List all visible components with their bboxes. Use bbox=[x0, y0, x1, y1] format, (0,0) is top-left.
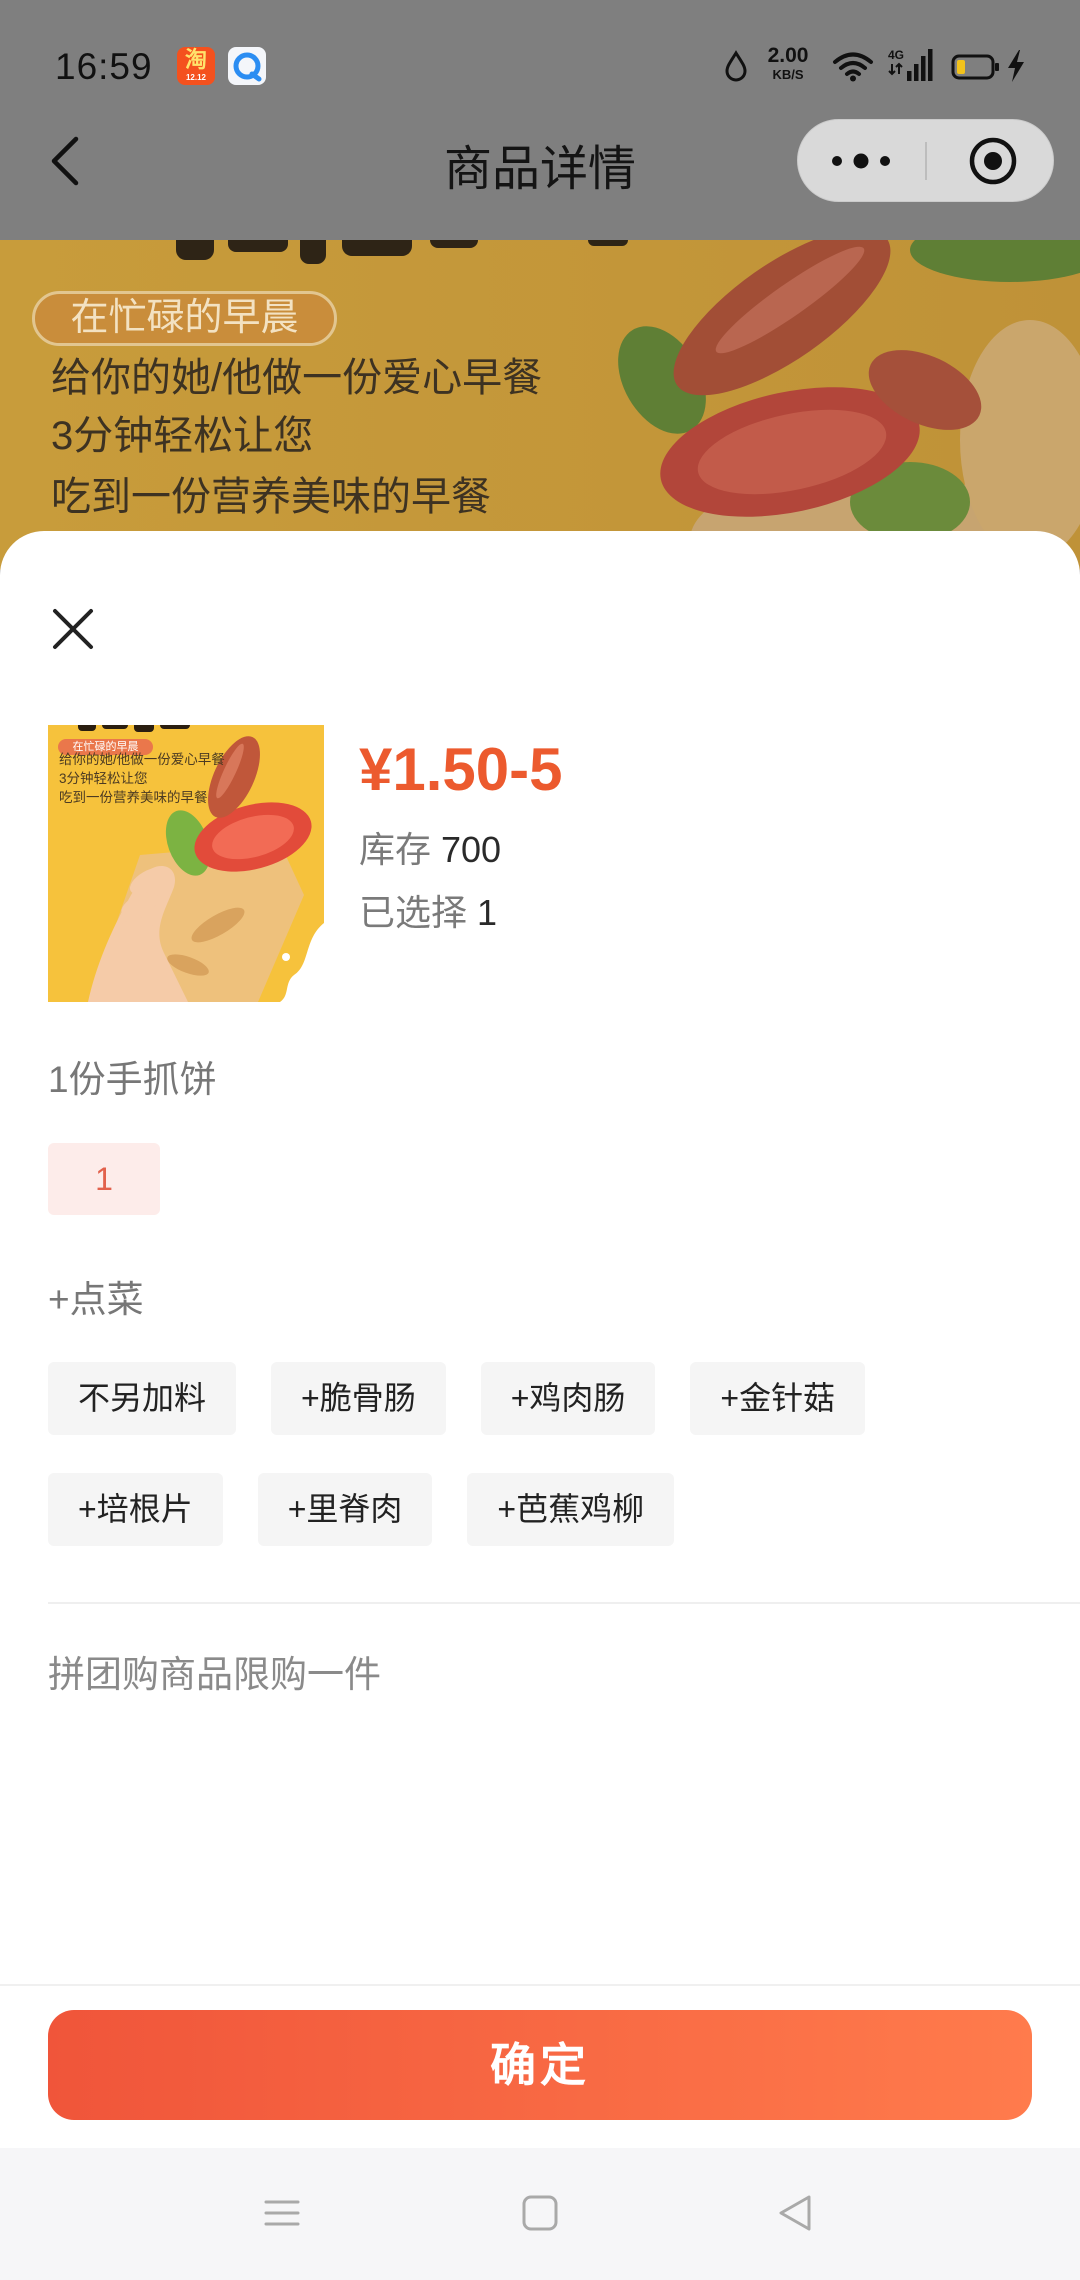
water-drop-icon bbox=[725, 50, 747, 82]
banner-line: 吃到一份营养美味的早餐 bbox=[51, 475, 491, 519]
system-navigation-bar bbox=[0, 2148, 1080, 2280]
capsule-divider bbox=[925, 142, 927, 180]
addon-group-title: +点菜 bbox=[48, 1279, 144, 1320]
product-price: ¥1.50-5 bbox=[359, 736, 563, 803]
footer-divider bbox=[0, 1984, 1080, 1986]
spec-option-selected[interactable]: 1 bbox=[48, 1143, 160, 1215]
confirm-button[interactable]: 确定 bbox=[48, 2010, 1032, 2120]
status-time: 16:59 bbox=[55, 46, 153, 87]
addon-options-row: +培根片 +里脊肉 +芭蕉鸡柳 bbox=[48, 1473, 675, 1546]
sku-bottom-sheet: 在忙碌的早晨 给你的她/他做一份爱心早餐 3分钟轻松让您 吃到一份营养美味的早餐… bbox=[0, 531, 1080, 2148]
stock-label: 库存 bbox=[359, 829, 432, 870]
target-circle-icon[interactable] bbox=[968, 136, 1018, 186]
mini-program-capsule bbox=[797, 119, 1054, 202]
charging-icon bbox=[1008, 50, 1024, 82]
banner-line: 给你的她/他做一份爱心早餐 bbox=[51, 356, 543, 400]
net-speed-unit: KB/S bbox=[772, 67, 804, 82]
addon-option[interactable]: +培根片 bbox=[48, 1473, 223, 1546]
addon-options-row: 不另加料 +脆骨肠 +鸡肉肠 +金针菇 bbox=[48, 1362, 866, 1435]
addon-option[interactable]: +鸡肉肠 bbox=[480, 1362, 656, 1435]
product-thumbnail: 在忙碌的早晨 给你的她/他做一份爱心早餐 3分钟轻松让您 吃到一份营养美味的早餐 bbox=[48, 725, 324, 1002]
cellular-signal-icon: 4G bbox=[888, 48, 933, 81]
stock-info: 库存 700 bbox=[359, 827, 501, 873]
spec-group-title: 1份手抓饼 bbox=[48, 1059, 217, 1100]
stock-value: 700 bbox=[441, 829, 502, 870]
taobao-logo-subtext: 12.12 bbox=[185, 73, 207, 82]
taobao-app-icon: 淘 12.12 bbox=[177, 47, 215, 85]
browser-app-icon bbox=[228, 47, 266, 85]
selected-info: 已选择 1 bbox=[359, 890, 497, 936]
purchase-limit-notice: 拼团购商品限购一件 bbox=[48, 1654, 381, 1695]
banner-heading-fragment bbox=[176, 240, 628, 264]
more-dots-icon[interactable] bbox=[818, 140, 906, 182]
thumbnail-line: 吃到一份营养美味的早餐 bbox=[59, 790, 208, 805]
banner-line: 3分钟轻松让您 bbox=[51, 414, 314, 458]
net-speed-value: 2.00 bbox=[767, 44, 809, 67]
taobao-logo-text: 淘 bbox=[184, 47, 207, 72]
selected-value: 1 bbox=[477, 892, 498, 933]
banner-tag: 在忙碌的早晨 bbox=[32, 291, 337, 346]
addon-option[interactable]: +脆骨肠 bbox=[271, 1362, 446, 1435]
network-type: 4G bbox=[888, 48, 904, 62]
net-speed: 2.00 KB/S bbox=[760, 44, 816, 83]
divider bbox=[48, 1602, 1080, 1604]
addon-option[interactable]: +金针菇 bbox=[690, 1362, 866, 1435]
menu-icon[interactable] bbox=[264, 2198, 300, 2228]
thumbnail-line: 给你的她/他做一份爱心早餐 bbox=[59, 752, 225, 767]
selected-label: 已选择 bbox=[359, 892, 468, 933]
battery-icon bbox=[951, 54, 999, 80]
addon-option[interactable]: +芭蕉鸡柳 bbox=[467, 1473, 675, 1546]
wifi-icon bbox=[833, 52, 873, 82]
addon-option[interactable]: +里脊肉 bbox=[257, 1473, 433, 1546]
back-triangle-icon[interactable] bbox=[777, 2194, 813, 2232]
home-square-icon[interactable] bbox=[522, 2195, 558, 2231]
addon-option[interactable]: 不另加料 bbox=[48, 1362, 237, 1435]
spec-options: 1 bbox=[48, 1143, 160, 1215]
thumbnail-line: 3分钟轻松让您 bbox=[59, 771, 148, 786]
close-icon[interactable] bbox=[51, 607, 95, 651]
